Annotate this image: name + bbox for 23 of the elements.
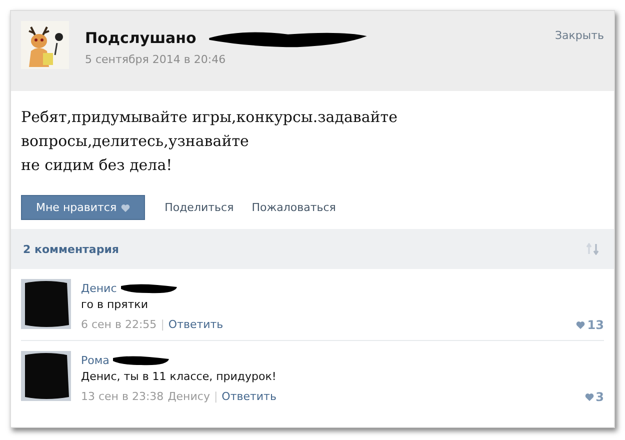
- sort-icon[interactable]: [586, 243, 600, 255]
- author-name[interactable]: Подслушано: [85, 29, 196, 47]
- comment-text: Денис, ты в 11 классе, придурок!: [81, 370, 278, 383]
- heart-icon[interactable]: [576, 321, 586, 329]
- deer-avatar-icon: [21, 21, 69, 69]
- comment-author[interactable]: Денис: [81, 282, 117, 294]
- close-link[interactable]: Закрыть: [555, 21, 604, 42]
- comment-text: го в прятки: [81, 298, 149, 311]
- like-button[interactable]: Мне нравится: [21, 195, 145, 220]
- heart-icon: [120, 204, 130, 212]
- separator: |: [160, 318, 164, 332]
- like-count: 13: [587, 318, 604, 332]
- action-link[interactable]: Пожаловаться: [252, 201, 336, 214]
- post-text: Ребят,придумывайте игры,конкурсы.задавайте вопросы,делитесь,узнавайте не сидим без дела!: [21, 107, 398, 176]
- comments-count[interactable]: 2 комментария: [23, 242, 119, 256]
- separator: |: [214, 390, 218, 404]
- action-link[interactable]: Поделиться: [164, 201, 234, 214]
- like-count: 3: [596, 390, 604, 404]
- comment-author[interactable]: Рома: [81, 354, 110, 366]
- heart-icon[interactable]: [584, 393, 594, 401]
- post-date[interactable]: 5 сентября 2014 в 20:46: [85, 53, 539, 66]
- reply-link[interactable]: Ответить: [222, 390, 276, 404]
- reply-link[interactable]: Ответить: [168, 318, 224, 332]
